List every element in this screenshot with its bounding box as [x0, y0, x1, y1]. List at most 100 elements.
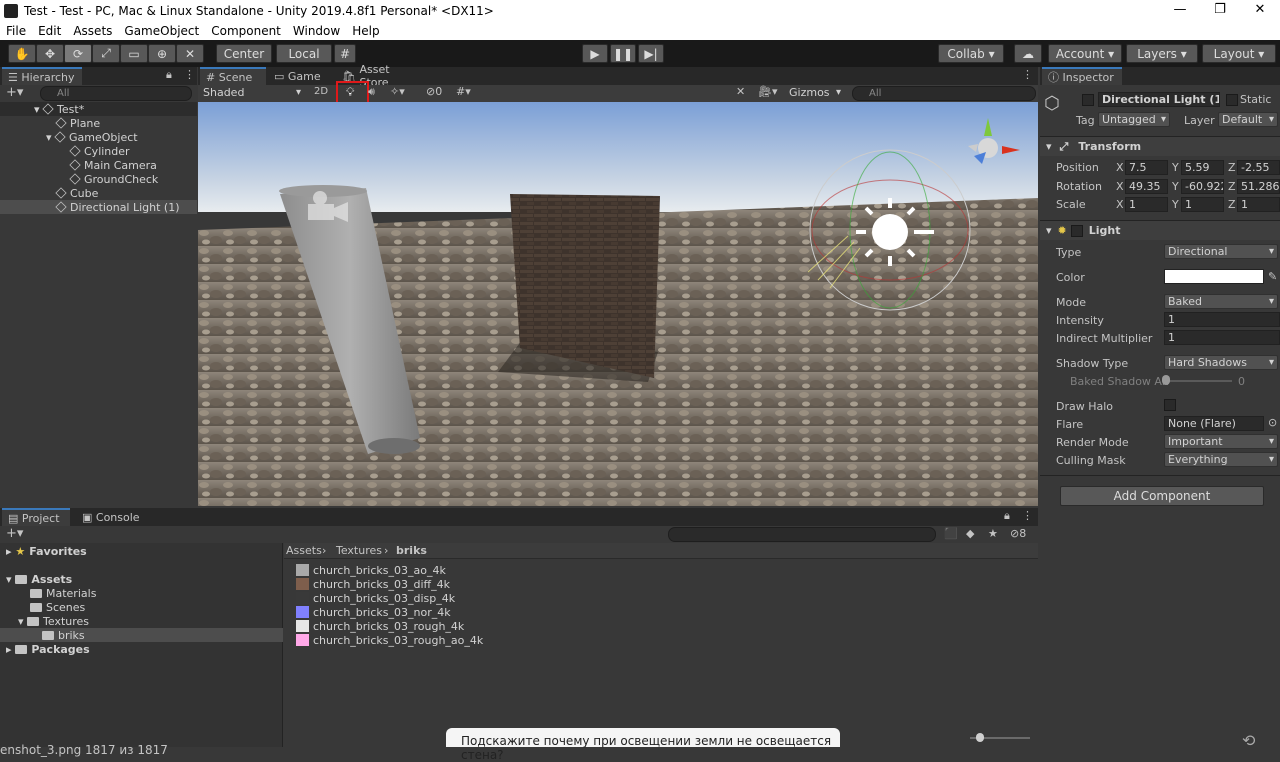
project-search-input[interactable]: [668, 527, 936, 542]
slider-thumb[interactable]: [1162, 375, 1170, 385]
tab-game[interactable]: ▭ Game: [268, 67, 328, 85]
asset-file-rough[interactable]: church_bricks_03_rough_4k: [296, 619, 464, 633]
tree-favorites[interactable]: ▸ ★ Favorites: [6, 544, 87, 558]
audio-toggle-icon[interactable]: 🔊︎: [368, 85, 375, 99]
layer-dropdown[interactable]: Default: [1218, 112, 1278, 127]
eyedropper-icon[interactable]: ✎: [1268, 270, 1277, 283]
position-y-field[interactable]: 5.59: [1181, 160, 1224, 175]
scale-x-field[interactable]: 1: [1125, 197, 1168, 212]
breadcrumb-textures[interactable]: Textures: [336, 544, 382, 557]
hierarchy-item-plane[interactable]: Plane: [55, 116, 100, 130]
more-icon[interactable]: ⋮: [1022, 509, 1033, 522]
active-checkbox[interactable]: [1082, 94, 1094, 106]
cloud-icon[interactable]: ☁: [1014, 44, 1042, 63]
slider-thumb[interactable]: [976, 733, 984, 742]
static-checkbox[interactable]: [1226, 94, 1238, 106]
step-button[interactable]: ▶|: [638, 44, 664, 63]
pivot-local-button[interactable]: Local: [276, 44, 332, 63]
toggle-2d-button[interactable]: 2D: [314, 86, 328, 97]
rotate-tool-icon[interactable]: ⟳: [64, 44, 92, 63]
baked-shadow-slider[interactable]: [1164, 380, 1232, 382]
rotation-z-field[interactable]: 51.286: [1237, 179, 1280, 194]
hierarchy-item-cube[interactable]: Cube: [55, 186, 98, 200]
light-color-swatch[interactable]: [1164, 269, 1264, 284]
light-type-dropdown[interactable]: Directional: [1164, 244, 1278, 259]
rect-tool-icon[interactable]: ▭: [120, 44, 148, 63]
rotation-x-field[interactable]: 49.35: [1125, 179, 1168, 194]
effects-toggle-icon[interactable]: ✧▾: [390, 85, 405, 98]
asset-file-rough-ao[interactable]: church_bricks_03_rough_ao_4k: [296, 633, 483, 647]
menu-help[interactable]: Help: [346, 24, 385, 38]
scene-search-input[interactable]: All: [852, 86, 1036, 101]
object-picker-icon[interactable]: ⊙: [1268, 416, 1277, 429]
menu-gameobject[interactable]: GameObject: [118, 24, 205, 38]
breadcrumb-briks[interactable]: briks: [396, 544, 427, 557]
move-tool-icon[interactable]: ✥: [36, 44, 64, 63]
scene-lighting-toggle-icon[interactable]: 💡︎: [346, 85, 354, 100]
asset-file-disp[interactable]: church_bricks_03_disp_4k: [296, 591, 455, 605]
create-icon[interactable]: +▾: [6, 526, 23, 541]
maximize-button[interactable]: ❐: [1200, 2, 1240, 17]
draw-halo-checkbox[interactable]: [1164, 399, 1176, 411]
tab-inspector[interactable]: ⓘ Inspector: [1042, 67, 1122, 85]
hierarchy-item-groundcheck[interactable]: GroundCheck: [69, 172, 158, 186]
tab-scene[interactable]: # Scene: [200, 67, 266, 85]
intensity-field[interactable]: 1: [1164, 312, 1280, 327]
tree-briks[interactable]: briks: [0, 628, 283, 642]
hidden-objects-icon[interactable]: ⊘0: [426, 85, 442, 98]
menu-file[interactable]: File: [0, 24, 32, 38]
tab-console[interactable]: ▣ Console: [76, 508, 146, 526]
hidden-packages-icon[interactable]: ⊘8: [1010, 527, 1026, 540]
favorite-star-icon[interactable]: ★: [988, 527, 998, 540]
gizmos-dropdown[interactable]: Gizmos: [786, 86, 844, 101]
scale-y-field[interactable]: 1: [1181, 197, 1224, 212]
position-x-field[interactable]: 7.5: [1125, 160, 1168, 175]
hierarchy-item-cylinder[interactable]: Cylinder: [69, 144, 130, 158]
shading-mode-dropdown[interactable]: Shaded: [200, 86, 304, 101]
indirect-multiplier-field[interactable]: 1: [1164, 330, 1280, 345]
tree-assets[interactable]: ▾ Assets: [6, 572, 72, 586]
lock-icon[interactable]: 🔒︎: [166, 68, 172, 82]
close-button[interactable]: ✕: [1240, 2, 1280, 17]
render-mode-dropdown[interactable]: Important: [1164, 434, 1278, 449]
hand-tool-icon[interactable]: ✋: [8, 44, 36, 63]
asset-file-diff[interactable]: church_bricks_03_diff_4k: [296, 577, 450, 591]
menu-assets[interactable]: Assets: [67, 24, 118, 38]
more-icon[interactable]: ⋮: [184, 68, 195, 81]
layers-dropdown[interactable]: Layers ▾: [1126, 44, 1198, 63]
shadow-type-dropdown[interactable]: Hard Shadows: [1164, 355, 1278, 370]
play-button[interactable]: ▶: [582, 44, 608, 63]
light-enabled-checkbox[interactable]: [1070, 224, 1083, 237]
filter-type-icon[interactable]: ⬛: [944, 527, 958, 540]
tag-dropdown[interactable]: Untagged: [1098, 112, 1170, 127]
lock-icon[interactable]: 🔒︎: [1004, 509, 1010, 523]
layout-dropdown[interactable]: Layout ▾: [1202, 44, 1276, 63]
tree-scenes[interactable]: Scenes: [30, 600, 85, 614]
rotate-icon[interactable]: ⟲: [1242, 731, 1255, 750]
flare-field[interactable]: None (Flare): [1164, 416, 1264, 431]
hierarchy-search-input[interactable]: All: [40, 86, 192, 101]
tab-project[interactable]: ▤ Project: [2, 508, 70, 526]
hierarchy-item-main-camera[interactable]: Main Camera: [69, 158, 157, 172]
scale-z-field[interactable]: 1: [1237, 197, 1280, 212]
scale-tool-icon[interactable]: ⤢: [92, 44, 120, 63]
scene-root[interactable]: ▾ Test*: [0, 102, 197, 116]
object-name-field[interactable]: Directional Light (1): [1098, 92, 1220, 107]
rotation-y-field[interactable]: -60.922: [1181, 179, 1224, 194]
filter-label-icon[interactable]: ◆: [966, 527, 974, 540]
account-dropdown[interactable]: Account ▾: [1048, 44, 1122, 63]
hierarchy-item-gameobject[interactable]: ▾ GameObject: [46, 130, 138, 144]
breadcrumb-assets[interactable]: Assets: [286, 544, 322, 557]
grid-toggle-icon[interactable]: #▾: [456, 85, 471, 98]
camera-icon[interactable]: 🎥︎▾: [758, 85, 778, 98]
add-component-button[interactable]: Add Component: [1060, 486, 1264, 506]
menu-window[interactable]: Window: [287, 24, 346, 38]
asset-file-nor[interactable]: church_bricks_03_nor_4k: [296, 605, 451, 619]
tree-textures[interactable]: ▾ Textures: [18, 614, 89, 628]
transform-tool-icon[interactable]: ⊕: [148, 44, 176, 63]
collab-button[interactable]: Collab ▾: [938, 44, 1004, 63]
culling-mask-dropdown[interactable]: Everything: [1164, 452, 1278, 467]
custom-tool-icon[interactable]: ✕: [176, 44, 204, 63]
scene-viewport[interactable]: [198, 102, 1038, 506]
transform-header[interactable]: ▾ ⤢ Transform: [1040, 136, 1280, 156]
